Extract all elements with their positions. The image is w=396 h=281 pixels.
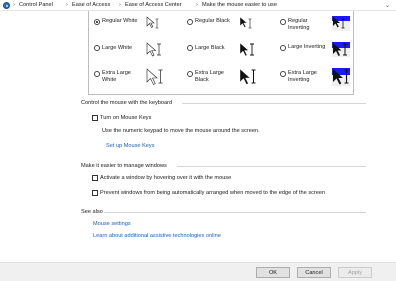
radio-button[interactable]: [94, 71, 100, 77]
pointer-preview: [239, 68, 257, 86]
prevent-arrange-checkbox-row[interactable]: Prevent windows from being automatically…: [92, 190, 325, 196]
chevron-right-icon: ›: [13, 2, 15, 8]
pointer-preview: [332, 42, 350, 57]
mouse-keys-checkbox[interactable]: [92, 115, 98, 121]
scheme-option-large-inverting[interactable]: Large Inverting: [280, 42, 370, 68]
mouse-settings-link[interactable]: Mouse settings: [93, 221, 131, 227]
pointer-preview: [332, 68, 350, 86]
section-title-windows: Make it easier to manage windows: [81, 163, 167, 169]
scheme-option-extra-large-inverting[interactable]: Extra Large Inverting: [280, 68, 370, 94]
breadcrumb-current-page[interactable]: Make the mouse easier to use: [202, 2, 277, 8]
scheme-option-extra-large-black[interactable]: Extra Large Black: [187, 68, 277, 94]
control-panel-icon: [3, 2, 10, 9]
mouse-keys-checkbox-row[interactable]: Turn on Mouse Keys: [92, 115, 151, 121]
breadcrumb-ease-of-access-center[interactable]: Ease of Access Center: [125, 2, 182, 8]
assistive-technologies-link[interactable]: Learn about additional assistive technol…: [93, 233, 221, 239]
scheme-label: Large White: [102, 45, 133, 51]
pointer-preview: [239, 16, 257, 31]
hover-activate-label: Activate a window by hovering over it wi…: [100, 175, 232, 181]
radio-button[interactable]: [94, 19, 100, 25]
radio-button[interactable]: [280, 71, 286, 77]
cancel-button[interactable]: Cancel: [297, 267, 331, 278]
radio-button[interactable]: [280, 45, 286, 51]
radio-button[interactable]: [187, 19, 193, 25]
address-bar[interactable]: › Control Panel › Ease of Access › Ease …: [0, 0, 396, 11]
scheme-label: Extra Large Inverting: [288, 70, 317, 83]
pointer-scheme-panel: Regular White Regular Black Regular Inve…: [88, 11, 354, 95]
hover-activate-checkbox[interactable]: [92, 175, 98, 181]
mouse-keys-description: Use the numeric keypad to move the mouse…: [102, 128, 260, 134]
scheme-option-large-white[interactable]: Large White: [94, 42, 184, 68]
breadcrumb-ease-of-access[interactable]: Ease of Access: [72, 2, 110, 8]
mouse-keys-label: Turn on Mouse Keys: [100, 115, 152, 121]
prevent-arrange-label: Prevent windows from being automatically…: [100, 190, 326, 196]
scheme-label: Extra Large White: [102, 70, 131, 83]
pointer-preview: [146, 68, 164, 86]
ok-button[interactable]: OK: [256, 267, 290, 278]
scheme-label: Regular White: [102, 18, 138, 24]
white-arrow-icon: [146, 68, 163, 85]
scheme-option-large-black[interactable]: Large Black: [187, 42, 277, 68]
section-divider: [177, 166, 366, 167]
scheme-label: Regular Inverting: [288, 18, 310, 31]
hover-activate-checkbox-row[interactable]: Activate a window by hovering over it wi…: [92, 175, 231, 181]
black-arrow-icon: [239, 42, 254, 57]
section-title-see-also: See also: [81, 209, 103, 215]
inverting-arrow-icon: [332, 42, 350, 56]
white-arrow-icon: [146, 16, 159, 29]
scheme-option-regular-inverting[interactable]: Regular Inverting: [280, 16, 370, 42]
black-arrow-icon: [239, 68, 256, 85]
chevron-right-icon: ›: [196, 2, 198, 8]
radio-button[interactable]: [280, 19, 286, 25]
pointer-preview: [146, 16, 164, 31]
pointer-preview: [239, 42, 257, 57]
scheme-label: Large Black: [195, 45, 225, 51]
pointer-preview: [332, 16, 350, 31]
chevron-right-icon: ›: [119, 2, 121, 8]
pointer-preview: [146, 42, 164, 57]
section-title-mouse-keys: Control the mouse with the keyboard: [81, 100, 173, 106]
section-divider: [182, 103, 366, 104]
footer-bar: OK Cancel Apply: [0, 262, 396, 281]
scheme-label: Extra Large Black: [195, 70, 224, 83]
inverting-arrow-icon: [332, 68, 350, 85]
white-arrow-icon: [146, 42, 161, 57]
black-arrow-icon: [239, 16, 252, 29]
scheme-option-regular-white[interactable]: Regular White: [94, 16, 184, 42]
chevron-down-icon[interactable]: ⌄: [385, 2, 390, 9]
inverting-arrow-icon: [332, 16, 350, 29]
apply-button[interactable]: Apply: [338, 267, 372, 278]
radio-button[interactable]: [94, 45, 100, 51]
scheme-option-regular-black[interactable]: Regular Black: [187, 16, 277, 42]
scheme-label: Large Inverting: [288, 44, 326, 50]
scheme-option-extra-large-white[interactable]: Extra Large White: [94, 68, 184, 94]
prevent-arrange-checkbox[interactable]: [92, 190, 98, 196]
radio-button[interactable]: [187, 71, 193, 77]
chevron-right-icon: ›: [66, 2, 68, 8]
setup-mouse-keys-link[interactable]: Set up Mouse Keys: [106, 143, 155, 149]
scheme-label: Regular Black: [195, 18, 230, 24]
section-divider: [104, 212, 366, 213]
breadcrumb-control-panel[interactable]: Control Panel: [19, 2, 53, 8]
radio-button[interactable]: [187, 45, 193, 51]
